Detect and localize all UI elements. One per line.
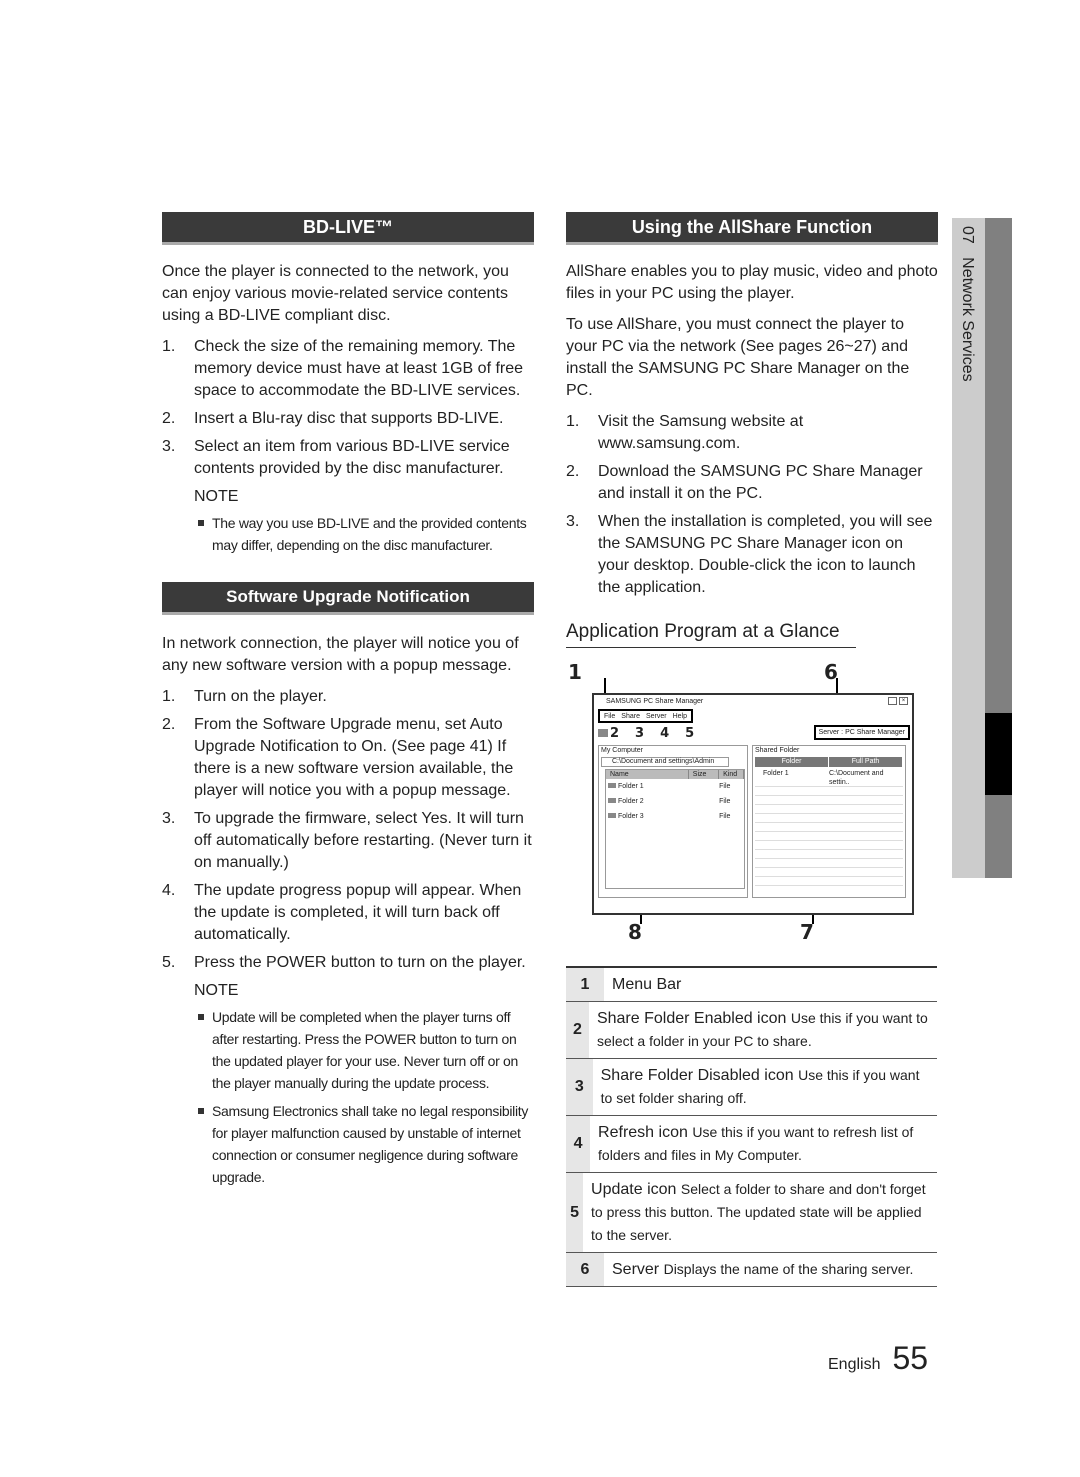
file-row[interactable]: Folder 3 File <box>606 809 744 824</box>
allshare-heading: Using the AllShare Function <box>566 212 938 245</box>
step-item: 1. Visit the Samsung website at www.samsu… <box>566 413 804 452</box>
bdlive-heading: BD-LIVE™ <box>162 212 534 245</box>
shared-folder-label: Shared Folder <box>755 747 800 754</box>
left-column: BD-LIVE™ Once the player is connected to… <box>162 212 534 1194</box>
step-item: 2. From the Software Upgrade menu, set Au… <box>162 716 514 799</box>
chapter-number: 07 <box>959 226 976 244</box>
upgrade-heading: Software Upgrade Notification <box>162 582 534 615</box>
refresh-icon[interactable]: 4 <box>660 727 669 741</box>
shared-column-header[interactable]: Folder <box>755 757 829 767</box>
right-column: Using the AllShare Function AllShare ena… <box>566 212 938 662</box>
manual-page: BD-LIVE™ Once the player is connected to… <box>0 0 1080 1477</box>
share-enabled-icon[interactable]: 2 <box>598 727 619 741</box>
step-item: 1. Turn on the player. <box>162 688 327 705</box>
note-item: The way you use BD-LIVE and the provided… <box>162 512 534 556</box>
side-tab: 07 Network Services <box>952 218 985 878</box>
note-item: Samsung Electronics shall take no legal … <box>162 1100 534 1188</box>
bullet-icon <box>198 520 204 526</box>
upgrade-note-label: NOTE <box>194 982 239 999</box>
step-item: 5. Press the POWER button to turn on the … <box>162 954 526 971</box>
menu-item[interactable]: File <box>604 712 615 720</box>
step-item: 3. Select an item from various BD-LIVE se… <box>162 438 510 477</box>
legend-row: 2 Share Folder Enabled icon Use this if y… <box>566 1002 937 1059</box>
bdlive-intro: Once the player is connected to the netw… <box>162 263 509 324</box>
menu-bar: File Share Server Help <box>598 709 693 723</box>
step-item: 3. To upgrade the firmware, select Yes. I… <box>162 810 532 871</box>
app-window: SAMSUNG PC Share Manager × File Share Serv… <box>592 693 914 915</box>
bdlive-steps: 1. Check the size of the remaining memory… <box>162 336 534 480</box>
footer-language: English <box>828 1356 881 1373</box>
shared-folder-panel: Shared Folder Folder Full Path Folder 1 C:… <box>752 745 906 898</box>
bdlive-note-label: NOTE <box>194 488 239 505</box>
legend-row: 3 Share Folder Disabled icon Use this if … <box>566 1059 937 1116</box>
folder-icon <box>608 798 616 803</box>
step-item: 4. The update progress popup will appear.… <box>162 882 522 943</box>
side-tab-marker <box>985 713 1012 795</box>
my-computer-label: My Computer <box>601 747 644 754</box>
file-row[interactable]: Folder 1 File <box>606 779 744 794</box>
callout-1: 1 <box>568 660 582 684</box>
step-item: 1. Check the size of the remaining memory… <box>162 338 524 399</box>
update-icon[interactable]: 5 <box>685 727 694 741</box>
column-header[interactable]: Size <box>689 770 720 779</box>
step-item: 2. Download the SAMSUNG PC Share Manager … <box>566 463 923 502</box>
legend-table: 1 Menu Bar 2 Share Folder Enabled icon Use… <box>566 966 937 1287</box>
app-title: SAMSUNG PC Share Manager <box>606 698 704 705</box>
footer: English 55 <box>828 1340 928 1377</box>
folder-icon <box>608 813 616 818</box>
upgrade-steps: 1. Turn on the player. 2. From the Software… <box>162 686 534 974</box>
allshare-intro-1: AllShare enables you to play music, vide… <box>566 263 938 302</box>
legend-row: 6 Server Displays the name of the sharing… <box>566 1253 937 1287</box>
path-dropdown[interactable]: C:\Document and settings\Admin <box>601 757 729 767</box>
menu-item[interactable]: Share <box>621 712 640 720</box>
column-header[interactable]: Name <box>606 770 689 779</box>
legend-row: 1 Menu Bar <box>566 968 937 1002</box>
share-disabled-icon[interactable]: 3 <box>635 727 644 741</box>
column-header[interactable]: Kind <box>719 770 744 779</box>
allshare-steps: 1. Visit the Samsung website at www.samsu… <box>566 411 938 599</box>
file-row[interactable]: Folder 2 File <box>606 794 744 809</box>
note-item: Update will be completed when the player… <box>162 1006 534 1094</box>
shared-column-header[interactable]: Full Path <box>829 757 903 767</box>
server-label: Server : PC Share Manager <box>813 725 910 740</box>
step-item: 2. Insert a Blu-ray disc that supports BD… <box>162 410 504 427</box>
page-number: 55 <box>892 1340 929 1376</box>
legend-row: 4 Refresh icon Use this if you want to re… <box>566 1116 937 1173</box>
menu-item[interactable]: Help <box>673 712 687 720</box>
minimize-icon[interactable] <box>888 697 897 705</box>
legend-row: 5 Update icon Select a folder to share an… <box>566 1173 937 1253</box>
my-computer-panel: My Computer C:\Document and settings\Adm… <box>598 745 748 898</box>
chapter-title: Network Services <box>959 257 976 382</box>
folder-icon <box>608 783 616 788</box>
bullet-icon <box>198 1108 204 1114</box>
allshare-intro-2: To use AllShare, you must connect the pl… <box>566 316 910 399</box>
glance-heading: Application Program at a Glance <box>566 621 856 648</box>
close-icon[interactable]: × <box>899 697 908 705</box>
upgrade-intro: In network connection, the player will n… <box>162 635 519 674</box>
bullet-icon <box>198 1014 204 1020</box>
shared-row[interactable]: Folder 1 C:\Document and settin.. <box>755 769 903 786</box>
menu-item[interactable]: Server <box>646 712 667 720</box>
step-item: 3. When the installation is completed, yo… <box>566 513 933 596</box>
